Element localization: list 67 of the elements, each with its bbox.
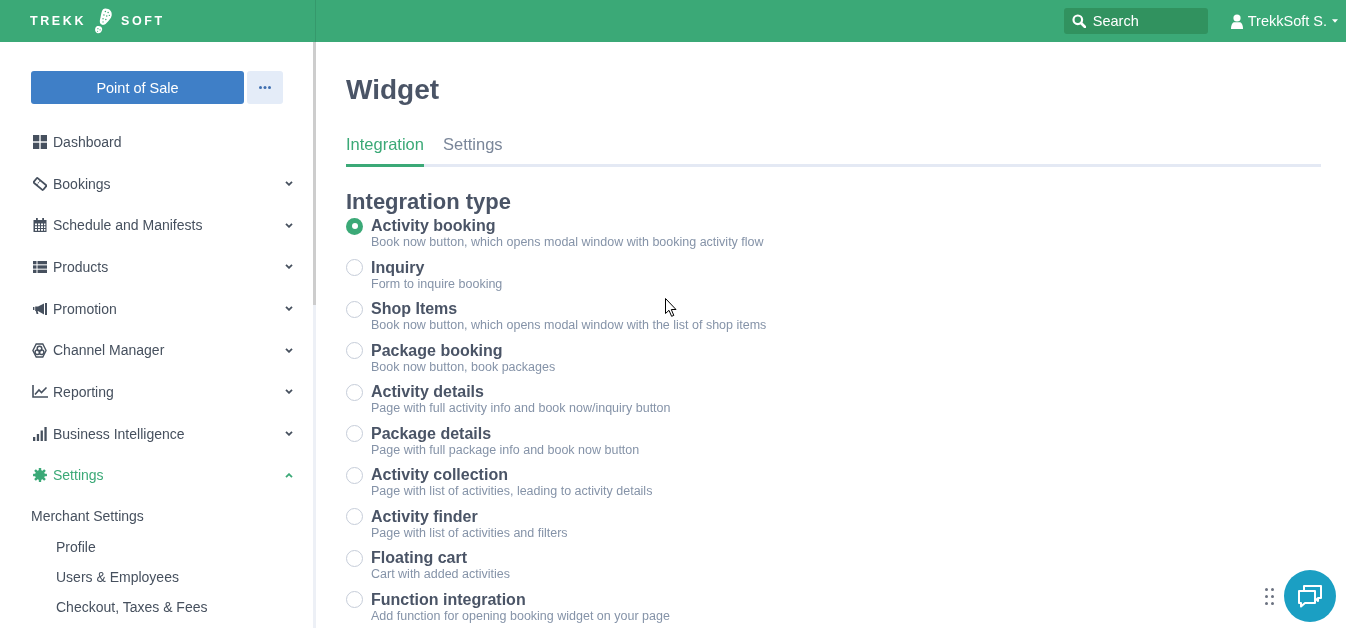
more-icon: [259, 86, 271, 89]
radio-button[interactable]: [346, 217, 363, 235]
option-description: Page with list of activities, leading to activity details: [371, 484, 653, 499]
section-title: Integration type: [346, 189, 512, 215]
option-description: Page with full activity info and book now/inquiry button: [371, 401, 671, 416]
radio-button[interactable]: [346, 508, 363, 525]
settings-icon: [32, 468, 47, 483]
more-button[interactable]: [247, 71, 283, 104]
nav-item[interactable]: Channel Manager: [31, 329, 296, 372]
page-title: Widget: [346, 73, 441, 107]
option-label: Package booking: [371, 341, 503, 360]
option-description: Page with full package info and book now button: [371, 442, 640, 458]
option-label: Package details: [371, 424, 492, 443]
nav-item[interactable]: Dashboard: [31, 121, 296, 163]
chat-icon: [1297, 584, 1323, 608]
search-icon: [1071, 14, 1086, 28]
radio-button[interactable]: [346, 300, 363, 318]
option-label: Function integration: [371, 590, 526, 609]
radio-button[interactable]: [346, 342, 363, 359]
option-label: Activity details: [371, 383, 484, 401]
submenu-item[interactable]: Checkout, Taxes & Fees: [56, 592, 296, 623]
caret-icon: [1332, 19, 1338, 23]
option-description: Book now button, which opens modal window with booking activity flow: [371, 235, 764, 250]
option-description: Book now button, which opens modal window with the list of shop items: [371, 318, 767, 333]
option-label: Inquiry: [371, 258, 425, 277]
point-of-sale-button[interactable]: Point of Sale: [31, 71, 244, 104]
grid-icon: [32, 134, 47, 149]
user-icon: [1230, 13, 1243, 29]
radio-button[interactable]: [346, 383, 363, 401]
ticket-icon: [32, 176, 47, 191]
option-label: Activity booking: [371, 217, 496, 235]
mouse-pointer-icon: [665, 298, 677, 317]
option-label: Shop Items: [371, 300, 458, 318]
nav-item[interactable]: Promotion: [31, 287, 296, 330]
option-description: Cart with added activities: [371, 567, 510, 582]
megaphone-icon: [32, 302, 47, 315]
submenu-item[interactable]: Users & Employees: [56, 562, 296, 593]
option-description: Form to inquire booking: [371, 276, 503, 292]
radio-button[interactable]: [346, 591, 363, 608]
nav-item[interactable]: Reporting: [31, 371, 296, 413]
drag-handle-icon[interactable]: [1265, 588, 1274, 605]
radio-button[interactable]: [346, 259, 363, 276]
scrollbar-thumb[interactable]: [313, 42, 316, 305]
footprint-icon: [94, 8, 114, 34]
calendar-icon: [32, 218, 47, 233]
logo-text: TREKK: [30, 14, 87, 28]
list-icon: [32, 260, 47, 273]
tab[interactable]: Settings: [443, 134, 503, 167]
radio-button[interactable]: [346, 549, 363, 567]
search-field[interactable]: Search: [1063, 8, 1208, 34]
nav-item[interactable]: Products: [31, 246, 296, 288]
option-label: Activity finder: [371, 507, 478, 526]
option-label: Floating cart: [371, 549, 467, 567]
option-label: Activity collection: [371, 466, 508, 484]
bar-chart-icon: [32, 426, 47, 441]
radio-button[interactable]: [346, 425, 363, 442]
chat-button[interactable]: [1284, 570, 1336, 622]
radio-button[interactable]: [346, 466, 363, 484]
option-description: Book now button, book packages: [371, 359, 556, 375]
hexagon-icon: [32, 342, 47, 358]
nav-item[interactable]: Bookings: [31, 162, 296, 205]
line-chart-icon: [31, 385, 48, 399]
option-description: Add function for opening booking widget on your page: [371, 608, 670, 624]
nav-item[interactable]: Schedule and Manifests: [31, 204, 296, 247]
logo-text: SOFT: [121, 14, 165, 28]
option-description: Page with list of activities and filters: [371, 525, 568, 541]
nav-item[interactable]: Business Intelligence: [31, 412, 296, 455]
